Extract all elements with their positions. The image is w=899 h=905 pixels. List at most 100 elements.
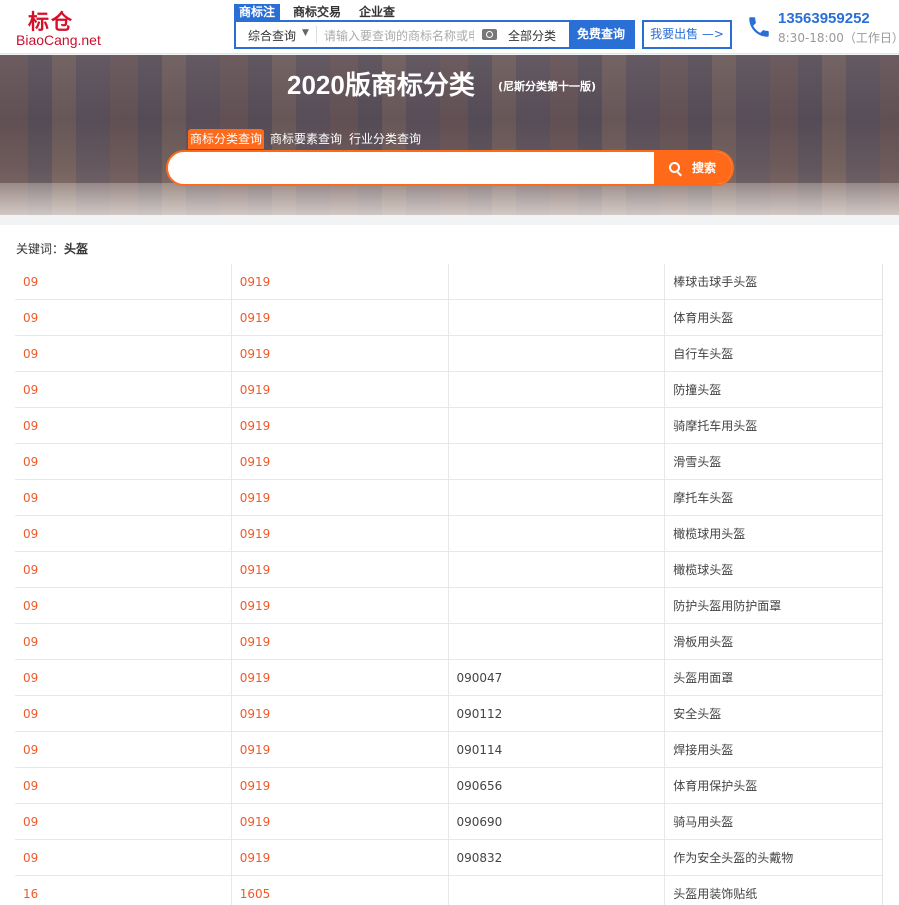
tab-company-search[interactable]: 企业查 [354,4,400,20]
results-panel: 关键词：头盔 09 0919 棒球击球手头盔 09 0919 体育用头盔 09 0919 自行车… [0,225,899,905]
search-scope-select[interactable]: 综合查询 [248,27,296,44]
phone-number: 13563959252 [778,10,870,27]
table-row[interactable]: 16 1605 头盔用装饰贴纸 [15,876,882,905]
class-number-cell: 09 [15,552,232,588]
item-name-cell: 橄榄球头盔 [673,563,734,577]
keyword-value: 头盔 [64,242,89,256]
class-number-cell: 09 [15,336,232,372]
group-number-cell: 0919 [232,768,449,804]
logo-english-text: BiaoCang.net [16,32,101,48]
item-name-cell: 骑马用头盔 [673,815,734,829]
top-header: 标仓 BiaoCang.net 商标注 商标交易 企业查 综合查询 ▼ 请输入要… [0,0,899,54]
query-type-tabs: 商标分类查询 商标要素查询 行业分类查询 [188,129,427,149]
item-name-cell: 滑雪头盔 [673,455,722,469]
item-name-cell: 骑摩托车用头盔 [673,419,758,433]
item-code-cell [449,516,666,552]
item-name-cell: 橄榄球用头盔 [673,527,746,541]
item-code-cell [449,372,666,408]
site-logo[interactable]: 标仓 BiaoCang.net [16,6,126,48]
group-number-cell: 0919 [232,804,449,840]
class-number-cell: 09 [15,588,232,624]
item-name-cell: 焊接用头盔 [673,743,734,757]
category-select[interactable]: 全部分类 [508,27,556,44]
tab-trademark-trade[interactable]: 商标交易 [288,4,346,20]
search-icon [669,162,680,173]
class-number-cell: 09 [15,372,232,408]
class-number-cell: 09 [15,804,232,840]
item-name-cell: 安全头盔 [673,707,722,721]
group-number-cell: 0919 [232,300,449,336]
item-name-cell: 自行车头盔 [673,347,734,361]
item-code-cell: 090114 [449,732,666,768]
chevron-down-icon[interactable]: ▼ [302,28,309,38]
table-row[interactable]: 09 0919 滑雪头盔 [15,444,882,480]
table-row[interactable]: 09 0919 体育用头盔 [15,300,882,336]
class-search-input[interactable] [168,152,654,184]
table-row[interactable]: 09 0919 骑摩托车用头盔 [15,408,882,444]
table-row[interactable]: 09 0919 090047 头盔用面罩 [15,660,882,696]
item-name-cell: 体育用头盔 [673,311,734,325]
table-row[interactable]: 09 0919 防护头盔用防护面罩 [15,588,882,624]
header-search-box: 综合查询 ▼ 请输入要查询的商标名称或申请号 全部分类 免费查询 [234,20,635,49]
page-subtitle: (尼斯分类第十一版) [498,80,597,93]
item-code-cell: 090047 [449,660,666,696]
tab-trademark-register[interactable]: 商标注 [234,4,281,20]
sell-trademark-button[interactable]: 我要出售 —> [642,20,732,49]
tab-industry-query[interactable]: 行业分类查询 [348,129,422,149]
table-row[interactable]: 09 0919 090112 安全头盔 [15,696,882,732]
tab-class-query[interactable]: 商标分类查询 [188,129,265,149]
class-number-cell: 09 [15,660,232,696]
group-number-cell: 0919 [232,624,449,660]
class-number-cell: 09 [15,480,232,516]
item-code-cell [449,336,666,372]
keyword-label: 关键词： [16,242,65,256]
group-number-cell: 0919 [232,408,449,444]
search-button[interactable]: 搜索 [654,152,732,184]
group-number-cell: 0919 [232,588,449,624]
item-code-cell [449,624,666,660]
table-row[interactable]: 09 0919 090832 作为安全头盔的头戴物 [15,840,882,876]
table-row[interactable]: 09 0919 滑板用头盔 [15,624,882,660]
group-number-cell: 0919 [232,732,449,768]
class-number-cell: 09 [15,444,232,480]
group-number-cell: 1605 [232,876,449,905]
item-code-cell: 090656 [449,768,666,804]
table-row[interactable]: 09 0919 090690 骑马用头盔 [15,804,882,840]
table-row[interactable]: 09 0919 防撞头盔 [15,372,882,408]
item-name-cell: 摩托车头盔 [673,491,734,505]
free-search-button[interactable]: 免费查询 [569,22,633,47]
table-row[interactable]: 09 0919 自行车头盔 [15,336,882,372]
table-row[interactable]: 09 0919 橄榄球用头盔 [15,516,882,552]
camera-icon[interactable] [482,29,497,40]
item-code-cell [449,300,666,336]
group-number-cell: 0919 [232,552,449,588]
class-number-cell: 09 [15,768,232,804]
item-code-cell [449,264,666,300]
header-search-input[interactable]: 请输入要查询的商标名称或申请号 [324,27,474,44]
results-table: 09 0919 棒球击球手头盔 09 0919 体育用头盔 09 0919 自行车头盔 09 091… [15,264,883,905]
item-name-cell: 棒球击球手头盔 [673,275,758,289]
item-name-cell: 防撞头盔 [673,383,722,397]
class-number-cell: 09 [15,264,232,300]
class-number-cell: 16 [15,876,232,905]
shelf-background [0,183,899,215]
item-name-cell: 体育用保护头盔 [673,779,758,793]
divider [316,26,317,43]
class-number-cell: 09 [15,408,232,444]
table-row[interactable]: 09 0919 摩托车头盔 [15,480,882,516]
search-button-label: 搜索 [691,161,716,175]
class-number-cell: 09 [15,300,232,336]
item-code-cell: 090112 [449,696,666,732]
group-number-cell: 0919 [232,660,449,696]
table-row[interactable]: 09 0919 090114 焊接用头盔 [15,732,882,768]
table-row[interactable]: 09 0919 橄榄球头盔 [15,552,882,588]
table-row[interactable]: 09 0919 棒球击球手头盔 [15,264,882,300]
group-number-cell: 0919 [232,696,449,732]
group-number-cell: 0919 [232,264,449,300]
tab-element-query[interactable]: 商标要素查询 [269,129,343,149]
group-number-cell: 0919 [232,480,449,516]
group-number-cell: 0919 [232,840,449,876]
table-row[interactable]: 09 0919 090656 体育用保护头盔 [15,768,882,804]
group-number-cell: 0919 [232,372,449,408]
item-code-cell [449,408,666,444]
